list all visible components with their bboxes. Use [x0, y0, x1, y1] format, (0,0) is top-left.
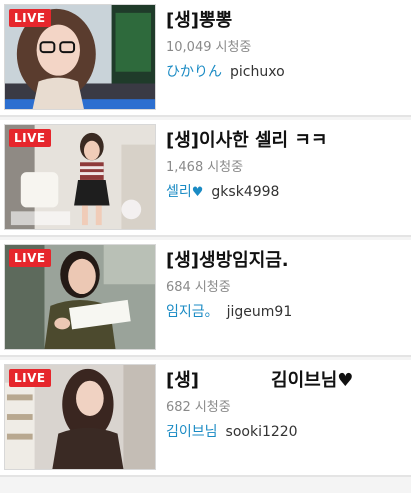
live-badge: LIVE [9, 129, 51, 147]
stream-title[interactable]: [생]생방임지금. [166, 246, 406, 272]
stream-title[interactable]: [생]뽕뽕 [166, 6, 406, 32]
broadcast-item[interactable]: LIVE [생] 김이브님♥ 682 시청중 김이브님 sooki1220 [0, 360, 411, 477]
viewer-number: 682 [166, 400, 191, 415]
viewer-number: 684 [166, 280, 191, 295]
live-badge: LIVE [9, 9, 51, 27]
viewer-suffix: 시청중 [215, 40, 252, 55]
stream-title[interactable]: [생] 김이브님♥ [166, 366, 406, 392]
stream-thumbnail[interactable]: LIVE [4, 244, 156, 350]
viewer-suffix: 시청중 [194, 400, 231, 415]
broadcaster-id: gksk4998 [211, 184, 280, 200]
viewer-count: 684 시청중 [166, 276, 235, 295]
broadcaster-info: 김이브님 sooki1220 [166, 421, 298, 441]
broadcaster-info: 셀리♥ gksk4998 [166, 181, 279, 201]
viewer-count: 682 시청중 [166, 396, 235, 415]
broadcast-item[interactable]: LIVE [생]뽕뽕 10,049 시청중 ひかりん pichuxo [0, 0, 411, 117]
live-badge: LIVE [9, 369, 51, 387]
broadcaster-nickname[interactable]: ひかりん [166, 64, 222, 80]
viewer-count: 1,468 시청중 [166, 156, 247, 175]
broadcaster-info: 임지금。 jigeum91 [166, 301, 292, 321]
stream-title-name: 김이브님♥ [271, 370, 354, 391]
viewer-count: 10,049 시청중 [166, 36, 255, 55]
viewer-suffix: 시청중 [194, 280, 231, 295]
viewer-suffix: 시청중 [207, 160, 244, 175]
stream-thumbnail[interactable]: LIVE [4, 124, 156, 230]
broadcaster-id: pichuxo [230, 64, 285, 80]
stream-thumbnail[interactable]: LIVE [4, 4, 156, 110]
broadcaster-nickname[interactable]: 김이브님 [166, 424, 218, 440]
nickname-text: 셀리 [166, 184, 192, 200]
broadcast-item[interactable]: LIVE [생]이사한 셀리 ㅋㅋ 1,468 시청중 셀리♥ gksk4998 [0, 120, 411, 237]
stream-title-prefix: [생] [166, 370, 200, 391]
broadcast-list: LIVE [생]뽕뽕 10,049 시청중 ひかりん pichuxo LIVE … [0, 0, 411, 493]
broadcast-item[interactable]: LIVE [생]생방임지금. 684 시청중 임지금。 jigeum91 [0, 240, 411, 357]
heart-icon: ♥ [191, 185, 204, 200]
stream-title[interactable]: [생]이사한 셀리 ㅋㅋ [166, 126, 406, 152]
broadcaster-nickname[interactable]: 임지금。 [166, 304, 219, 320]
broadcaster-id: sooki1220 [225, 424, 298, 440]
broadcaster-info: ひかりん pichuxo [166, 61, 285, 81]
broadcaster-nickname[interactable]: 셀리♥ [166, 184, 203, 200]
broadcaster-id: jigeum91 [226, 304, 293, 320]
viewer-number: 10,049 [166, 40, 212, 55]
stream-thumbnail[interactable]: LIVE [4, 364, 156, 470]
live-badge: LIVE [9, 249, 51, 267]
viewer-number: 1,468 [166, 160, 204, 175]
